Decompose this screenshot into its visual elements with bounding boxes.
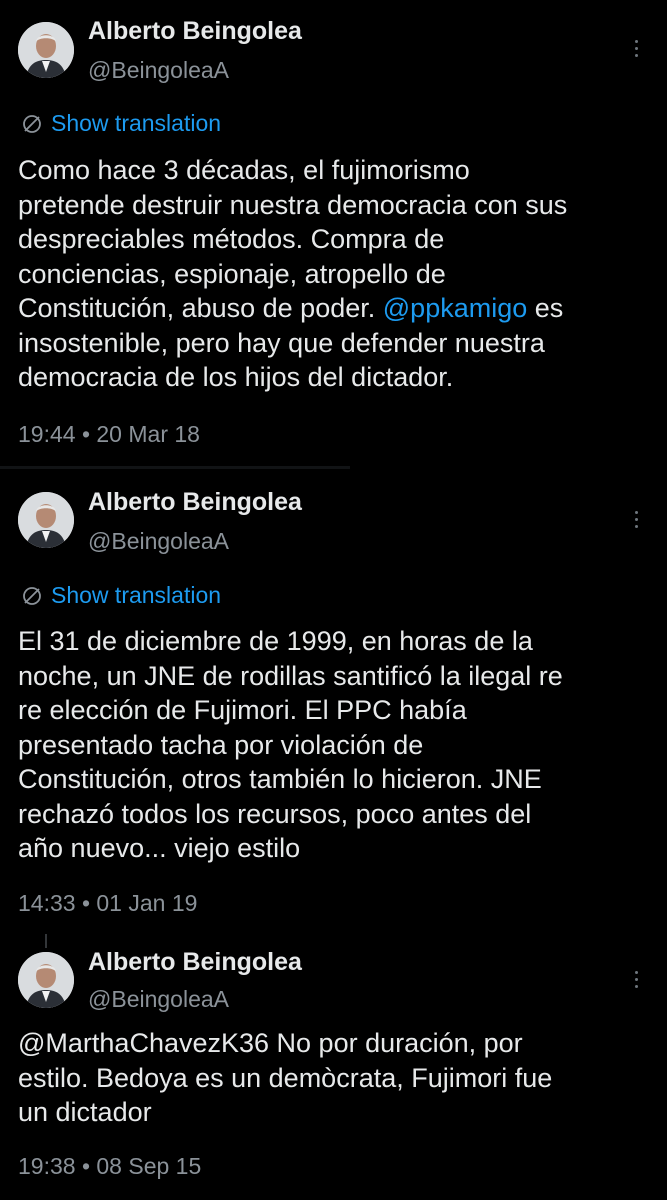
tweet-1[interactable]: Alberto Beingolea @BeingoleaA Show trans… [0,0,667,470]
more-vertical-icon[interactable] [632,971,642,997]
show-translation-label: Show translation [51,582,222,608]
author-name[interactable]: Alberto Beingolea [88,948,302,977]
avatar[interactable] [18,22,74,78]
author-handle[interactable]: @BeingoleaA [88,57,229,84]
author-name[interactable]: Alberto Beingolea [88,17,302,46]
avatar[interactable] [18,492,74,548]
tweet-3[interactable]: Alberto Beingolea @BeingoleaA @MarthaCha… [0,930,667,1200]
tweet-text: El 31 de diciembre de 1999, en horas de … [18,626,563,863]
author-handle[interactable]: @BeingoleaA [88,528,229,555]
avatar-photo [18,22,74,78]
avatar[interactable] [18,952,74,1008]
timestamp[interactable]: 19:44 • 20 Mar 18 [18,421,200,448]
more-vertical-icon[interactable] [632,40,642,66]
author-name[interactable]: Alberto Beingolea [88,488,302,517]
tweet-2[interactable]: Alberto Beingolea @BeingoleaA Show trans… [0,470,667,930]
tweet-text: Como hace 3 décadas, el fujimorismo pret… [18,153,653,395]
timestamp[interactable]: 19:38 • 08 Sep 15 [18,1153,201,1180]
author-handle[interactable]: @BeingoleaA [88,986,229,1013]
more-vertical-icon[interactable] [632,511,642,537]
avatar-photo [18,952,74,1008]
show-translation-link[interactable]: Show translation [20,110,221,137]
avatar-photo [18,492,74,548]
mention-link[interactable]: @ppkamigo [383,293,527,323]
globe-icon [23,114,41,133]
show-translation-link[interactable]: Show translation [20,582,221,609]
divider [0,466,350,469]
tweet-text: @MarthaChavezK36 No por duración, por es… [18,1028,553,1127]
timestamp[interactable]: 14:33 • 01 Jan 19 [18,890,197,917]
globe-icon [23,586,41,605]
show-translation-label: Show translation [51,110,222,136]
